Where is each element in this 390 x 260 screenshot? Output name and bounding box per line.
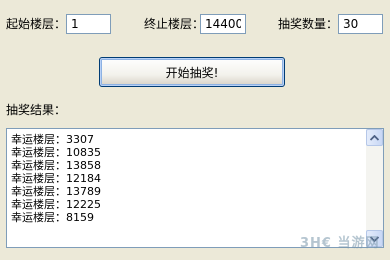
start-draw-button[interactable]: 开始抽奖! [99,57,285,87]
result-item[interactable]: 幸运楼层：12184 [11,172,366,185]
results-scrollbar[interactable] [366,129,383,247]
result-item[interactable]: 幸运楼层：13858 [11,159,366,172]
result-item[interactable]: 幸运楼层：10835 [11,146,366,159]
watermark-logo: 3H€ 当游网 [300,236,380,251]
end-floor-label: 终止楼层： [144,17,205,31]
start-floor-input[interactable] [66,14,111,34]
results-listbox[interactable]: 幸运楼层：3307 幸运楼层：10835 幸运楼层：13858 幸运楼层：121… [6,128,384,248]
arrow-up-icon [370,134,379,141]
scroll-up-button[interactable] [366,129,383,146]
result-item[interactable]: 幸运楼层：8159 [11,211,366,224]
draw-count-label: 抽奖数量： [278,17,339,31]
result-item[interactable]: 幸运楼层：12225 [11,198,366,211]
result-item[interactable]: 幸运楼层：3307 [11,133,366,146]
draw-count-input[interactable] [338,14,383,34]
results-list: 幸运楼层：3307 幸运楼层：10835 幸运楼层：13858 幸运楼层：121… [7,129,366,247]
results-label: 抽奖结果： [6,103,67,117]
result-item[interactable]: 幸运楼层：13789 [11,185,366,198]
start-floor-label: 起始楼层： [6,17,67,31]
end-floor-input[interactable] [200,14,246,34]
